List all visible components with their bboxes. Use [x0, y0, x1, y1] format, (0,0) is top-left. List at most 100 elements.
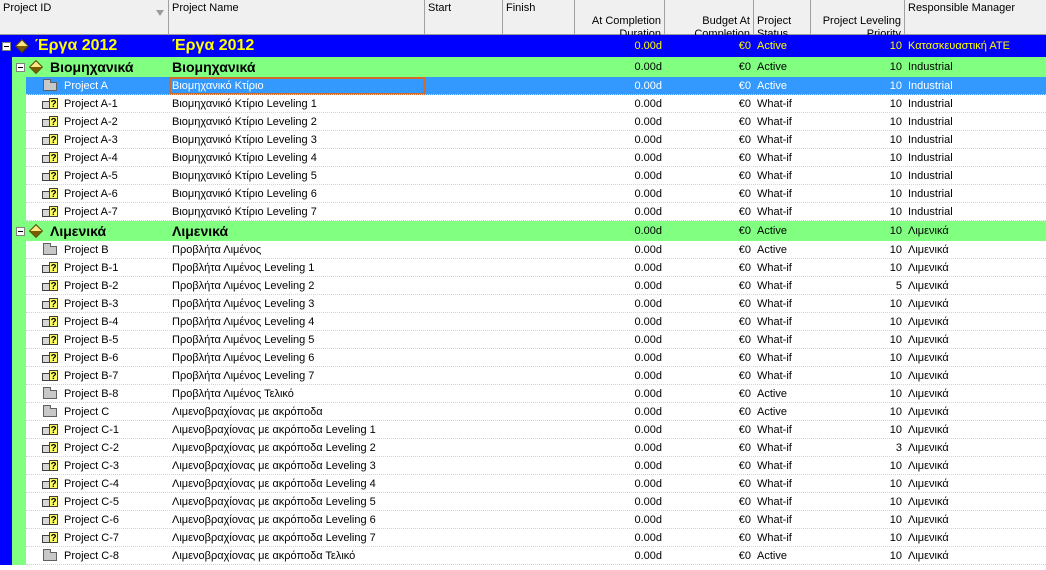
- priority-cell[interactable]: 10: [811, 167, 905, 185]
- duration-cell[interactable]: 0.00d: [575, 57, 665, 77]
- duration-cell[interactable]: 0.00d: [575, 511, 665, 529]
- eps-group-row[interactable]: Βιομηχανικά Βιομηχανικά 0.00d €0 Active 10 Ind…: [0, 57, 1046, 77]
- budget-cell[interactable]: €0: [665, 547, 754, 565]
- status-cell[interactable]: What-if: [754, 511, 811, 529]
- project-id-cell[interactable]: Βιομηχανικά: [47, 57, 169, 77]
- project-id-cell[interactable]: Project A-5: [61, 167, 169, 185]
- status-cell[interactable]: What-if: [754, 439, 811, 457]
- budget-cell[interactable]: €0: [665, 493, 754, 511]
- status-cell[interactable]: What-if: [754, 113, 811, 131]
- collapse-icon[interactable]: [16, 227, 25, 236]
- status-cell[interactable]: What-if: [754, 457, 811, 475]
- duration-cell[interactable]: 0.00d: [575, 547, 665, 565]
- project-id-cell[interactable]: Project A-3: [61, 131, 169, 149]
- project-row[interactable]: ? Project A-3 Βιομηχανικό Κτίριο Leveling …: [0, 131, 1046, 149]
- status-cell[interactable]: Active: [754, 77, 811, 95]
- budget-cell[interactable]: €0: [665, 313, 754, 331]
- duration-cell[interactable]: 0.00d: [575, 95, 665, 113]
- project-row[interactable]: Project B Προβλήτα Λιμένος 0.00d €0 Active 10…: [0, 241, 1046, 259]
- budget-cell[interactable]: €0: [665, 403, 754, 421]
- project-name-cell[interactable]: Βιομηχανικό Κτίριο Leveling 2: [169, 113, 425, 131]
- project-id-cell[interactable]: Project C-7: [61, 529, 169, 547]
- project-id-cell[interactable]: Project B-1: [61, 259, 169, 277]
- project-name-cell[interactable]: Προβλήτα Λιμένος Leveling 2: [169, 277, 425, 295]
- project-row[interactable]: ? Project C-4 Λιμενοβραχίονας με ακρόποδα …: [0, 475, 1046, 493]
- project-id-cell[interactable]: Project C: [61, 403, 169, 421]
- budget-cell[interactable]: €0: [665, 149, 754, 167]
- duration-cell[interactable]: 0.00d: [575, 167, 665, 185]
- budget-cell[interactable]: €0: [665, 57, 754, 77]
- priority-cell[interactable]: 10: [811, 149, 905, 167]
- project-id-cell[interactable]: Project C-5: [61, 493, 169, 511]
- priority-cell[interactable]: 10: [811, 221, 905, 241]
- manager-cell[interactable]: Industrial: [905, 57, 1046, 77]
- status-cell[interactable]: Active: [754, 403, 811, 421]
- manager-cell[interactable]: Industrial: [905, 185, 1046, 203]
- project-row[interactable]: ? Project C-2 Λιμενοβραχίονας με ακρόποδα …: [0, 439, 1046, 457]
- project-id-cell[interactable]: Project A: [61, 77, 169, 95]
- manager-cell[interactable]: Λιμενικά: [905, 511, 1046, 529]
- project-row[interactable]: ? Project C-7 Λιμενοβραχίονας με ακρόποδα …: [0, 529, 1046, 547]
- priority-cell[interactable]: 10: [811, 185, 905, 203]
- manager-cell[interactable]: Λιμενικά: [905, 475, 1046, 493]
- duration-cell[interactable]: 0.00d: [575, 113, 665, 131]
- duration-cell[interactable]: 0.00d: [575, 277, 665, 295]
- priority-cell[interactable]: 10: [811, 331, 905, 349]
- status-cell[interactable]: What-if: [754, 277, 811, 295]
- priority-cell[interactable]: 10: [811, 259, 905, 277]
- project-name-cell[interactable]: Λιμενοβραχίονας με ακρόποδα: [169, 403, 425, 421]
- status-cell[interactable]: What-if: [754, 131, 811, 149]
- status-cell[interactable]: What-if: [754, 295, 811, 313]
- duration-cell[interactable]: 0.00d: [575, 475, 665, 493]
- project-row[interactable]: ? Project C-3 Λιμενοβραχίονας με ακρόποδα …: [0, 457, 1046, 475]
- column-header-budget-at-completion[interactable]: Budget At Completion: [665, 0, 754, 35]
- status-cell[interactable]: What-if: [754, 203, 811, 221]
- project-id-cell[interactable]: Έργα 2012: [32, 35, 169, 57]
- project-row[interactable]: ? Project C-1 Λιμενοβραχίονας με ακρόποδα …: [0, 421, 1046, 439]
- budget-cell[interactable]: €0: [665, 241, 754, 259]
- budget-cell[interactable]: €0: [665, 457, 754, 475]
- status-cell[interactable]: What-if: [754, 259, 811, 277]
- status-cell[interactable]: What-if: [754, 349, 811, 367]
- priority-cell[interactable]: 10: [811, 295, 905, 313]
- duration-cell[interactable]: 0.00d: [575, 77, 665, 95]
- manager-cell[interactable]: Κατασκευαστική ΑΤΕ: [905, 35, 1046, 57]
- priority-cell[interactable]: 10: [811, 57, 905, 77]
- project-id-cell[interactable]: Project C-6: [61, 511, 169, 529]
- status-cell[interactable]: Active: [754, 385, 811, 403]
- project-id-cell[interactable]: Project A-2: [61, 113, 169, 131]
- project-id-cell[interactable]: Project B-5: [61, 331, 169, 349]
- status-cell[interactable]: Active: [754, 241, 811, 259]
- project-row[interactable]: Project C Λιμενοβραχίονας με ακρόποδα 0.00…: [0, 403, 1046, 421]
- status-cell[interactable]: What-if: [754, 367, 811, 385]
- duration-cell[interactable]: 0.00d: [575, 493, 665, 511]
- collapse-icon[interactable]: [16, 63, 25, 72]
- manager-cell[interactable]: Λιμενικά: [905, 421, 1046, 439]
- manager-cell[interactable]: Industrial: [905, 203, 1046, 221]
- manager-cell[interactable]: Λιμενικά: [905, 241, 1046, 259]
- duration-cell[interactable]: 0.00d: [575, 421, 665, 439]
- manager-cell[interactable]: Λιμενικά: [905, 295, 1046, 313]
- manager-cell[interactable]: Λιμενικά: [905, 403, 1046, 421]
- duration-cell[interactable]: 0.00d: [575, 203, 665, 221]
- project-name-cell[interactable]: Λιμενοβραχίονας με ακρόποδα Leveling 1: [169, 421, 425, 439]
- priority-cell[interactable]: 10: [811, 113, 905, 131]
- manager-cell[interactable]: Industrial: [905, 77, 1046, 95]
- priority-cell[interactable]: 10: [811, 457, 905, 475]
- project-row[interactable]: ? Project A-6 Βιομηχανικό Κτίριο Leveling …: [0, 185, 1046, 203]
- budget-cell[interactable]: €0: [665, 295, 754, 313]
- duration-cell[interactable]: 0.00d: [575, 439, 665, 457]
- budget-cell[interactable]: €0: [665, 35, 754, 57]
- priority-cell[interactable]: 10: [811, 349, 905, 367]
- project-name-cell[interactable]: Λιμενοβραχίονας με ακρόποδα Leveling 6: [169, 511, 425, 529]
- budget-cell[interactable]: €0: [665, 203, 754, 221]
- project-name-cell[interactable]: Λιμενοβραχίονας με ακρόποδα Leveling 5: [169, 493, 425, 511]
- project-row[interactable]: ? Project A-7 Βιομηχανικό Κτίριο Leveling …: [0, 203, 1046, 221]
- budget-cell[interactable]: €0: [665, 421, 754, 439]
- project-name-cell[interactable]: Λιμενικά: [169, 221, 425, 241]
- duration-cell[interactable]: 0.00d: [575, 331, 665, 349]
- status-cell[interactable]: What-if: [754, 167, 811, 185]
- manager-cell[interactable]: Λιμενικά: [905, 331, 1046, 349]
- project-name-cell[interactable]: Προβλήτα Λιμένος Leveling 6: [169, 349, 425, 367]
- duration-cell[interactable]: 0.00d: [575, 259, 665, 277]
